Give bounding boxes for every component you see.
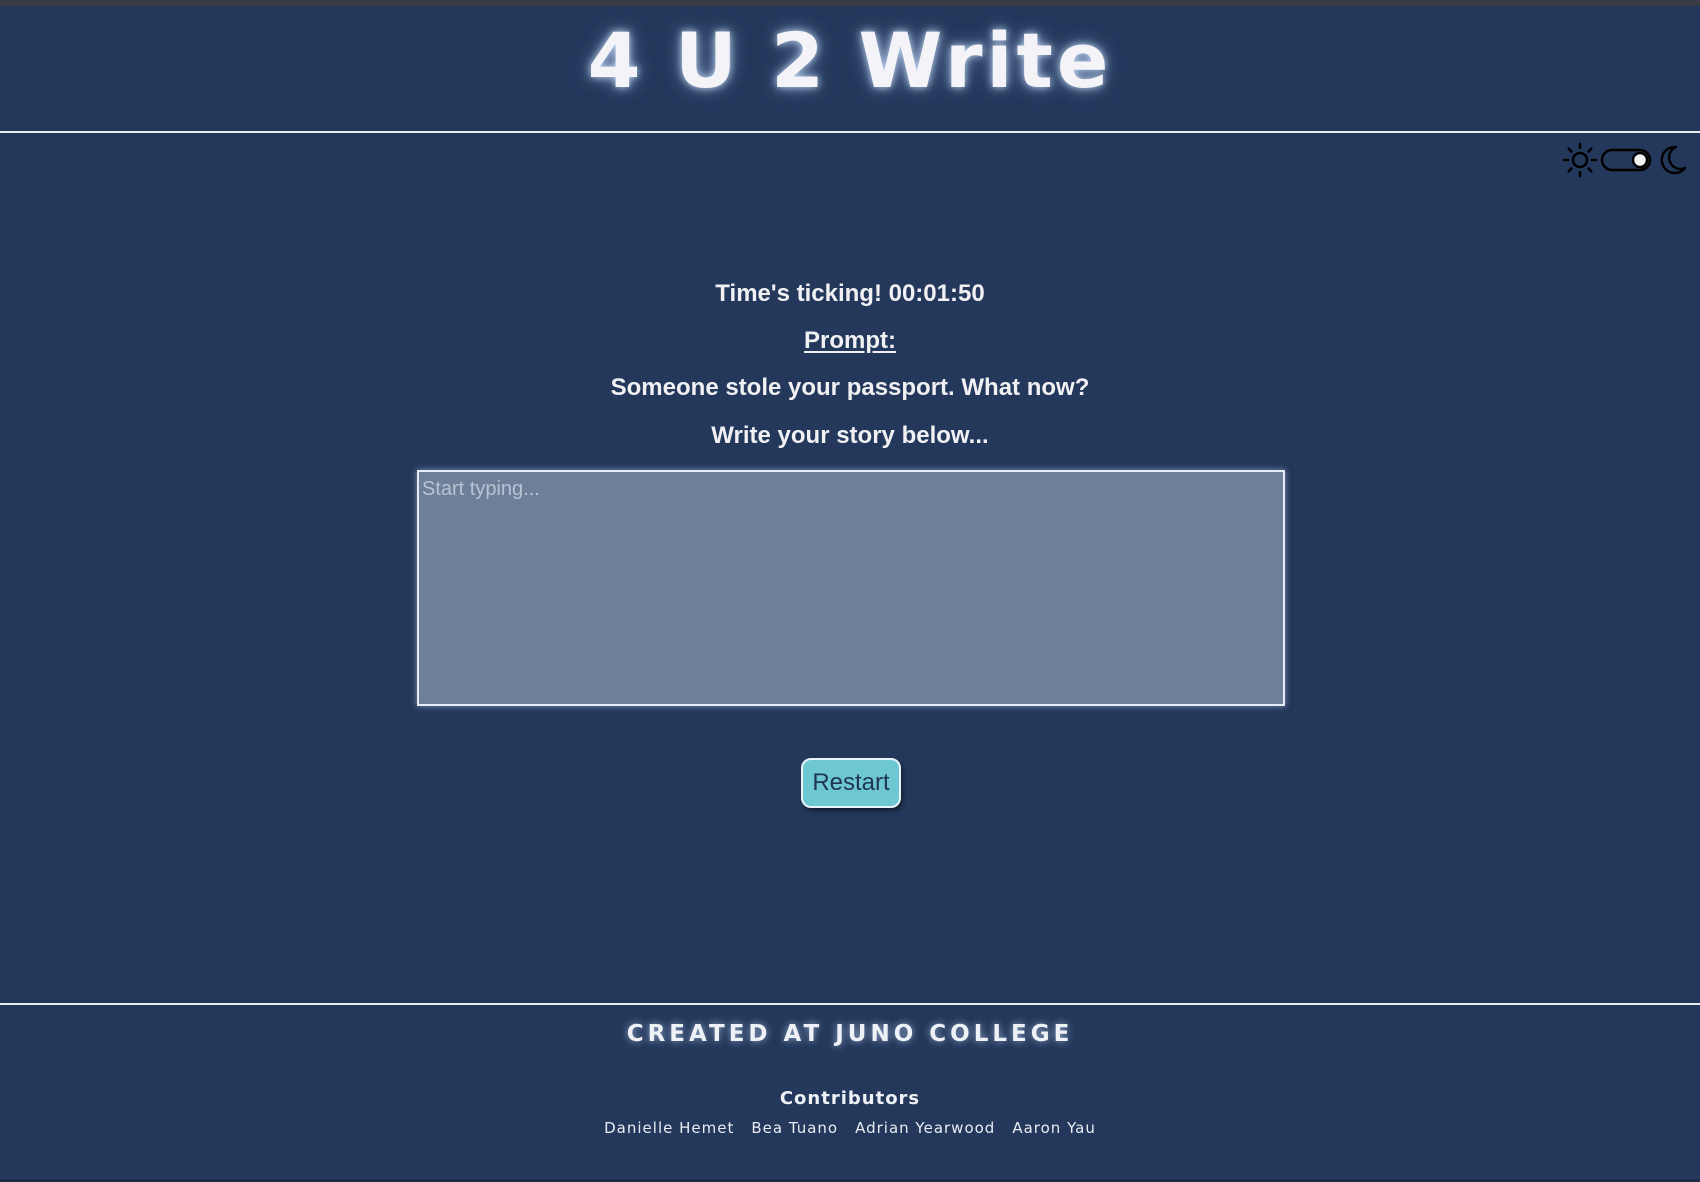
write-instruction: Write your story below... xyxy=(711,422,989,449)
site-header: 4 U 2 Write xyxy=(0,6,1700,133)
contributors-heading: Contributors xyxy=(779,1088,921,1109)
contributor-name: Adrian Yearwood xyxy=(855,1119,996,1137)
footer-title: CREATED AT JUNO COLLEGE xyxy=(626,1021,1074,1047)
contributor-name: Aaron Yau xyxy=(1012,1119,1096,1137)
restart-button[interactable]: Restart xyxy=(801,758,901,808)
site-title: 4 U 2 Write xyxy=(587,16,1113,105)
contributor-name: Bea Tuano xyxy=(751,1119,839,1137)
contributors-list: Danielle Hemet Bea Tuano Adrian Yearwood… xyxy=(0,1118,1700,1138)
main-content: Time's ticking! 00:01:50 Prompt: Someone… xyxy=(0,133,1700,1003)
prompt-label: Prompt: xyxy=(804,327,896,354)
contributor-name: Danielle Hemet xyxy=(604,1119,735,1137)
countdown-timer: Time's ticking! 00:01:50 xyxy=(715,280,985,307)
prompt-text: Someone stole your passport. What now? xyxy=(610,374,1090,401)
story-input[interactable] xyxy=(417,470,1285,706)
site-footer: CREATED AT JUNO COLLEGE Contributors Dan… xyxy=(0,1005,1700,1182)
